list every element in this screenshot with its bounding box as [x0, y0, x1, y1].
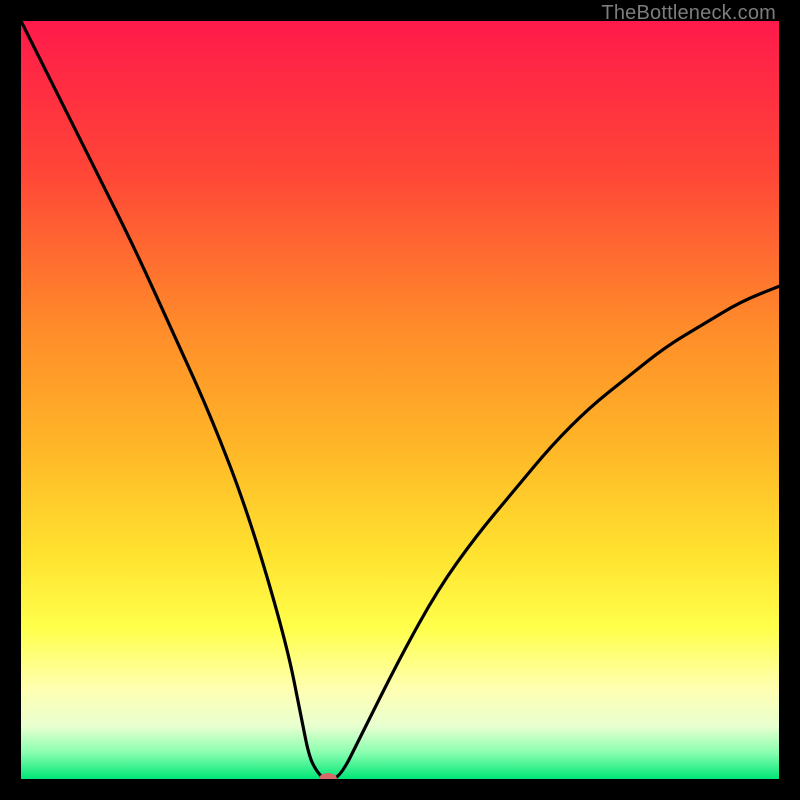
bottleneck-chart — [21, 21, 779, 779]
gradient-background — [21, 21, 779, 779]
chart-frame — [21, 21, 779, 779]
